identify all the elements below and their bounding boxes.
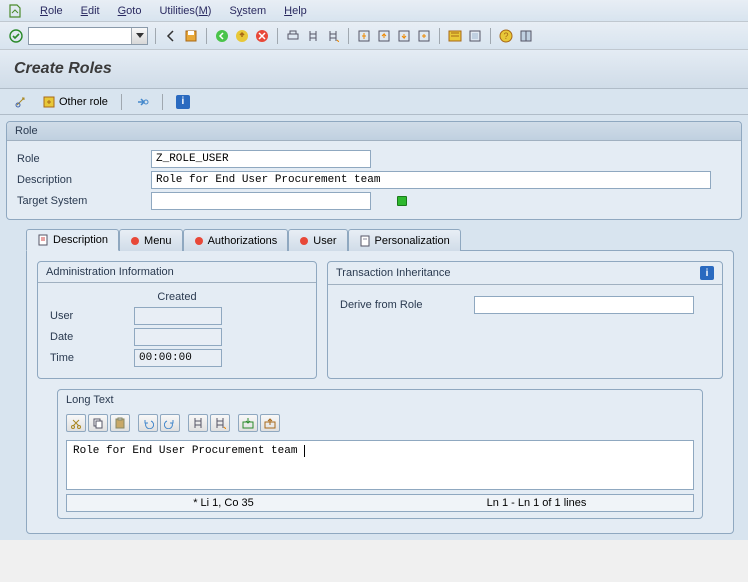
print-icon[interactable] xyxy=(285,28,301,44)
admin-date-input xyxy=(134,328,222,346)
menubar: Role Edit Goto Utilities(M) System Help xyxy=(0,0,748,22)
tab-strip: Description Menu Authorizations User Per… xyxy=(6,228,742,250)
admin-date-label: Date xyxy=(50,331,130,343)
long-text-status: * Li 1, Co 35 Ln 1 - Ln 1 of 1 lines xyxy=(66,494,694,512)
prev-page-icon[interactable] xyxy=(376,28,392,44)
new-session-icon[interactable] xyxy=(447,28,463,44)
lt-find-next-icon[interactable] xyxy=(210,414,230,432)
page-title: Create Roles xyxy=(14,60,734,78)
inherit-icon[interactable] xyxy=(131,93,153,111)
toggle-display-icon[interactable] xyxy=(10,93,32,111)
back-icon[interactable] xyxy=(163,28,179,44)
derive-input[interactable] xyxy=(474,296,694,314)
main-toolbar: ? xyxy=(0,22,748,50)
find-icon[interactable] xyxy=(305,28,321,44)
info-button[interactable]: i xyxy=(172,93,194,111)
content-area: Role Role Description Target System Desc… xyxy=(0,115,748,540)
long-text-toolbar xyxy=(58,410,702,436)
shortcut-icon[interactable] xyxy=(467,28,483,44)
menu-role[interactable]: Role xyxy=(40,5,63,17)
check-icon[interactable] xyxy=(8,28,24,44)
app-icon xyxy=(8,4,22,18)
description-label: Description xyxy=(17,174,147,186)
derive-label: Derive from Role xyxy=(340,299,470,311)
undo-icon[interactable] xyxy=(138,414,158,432)
other-role-button[interactable]: Other role xyxy=(38,93,112,111)
status-indicator xyxy=(397,196,407,206)
cancel-red-icon[interactable] xyxy=(254,28,270,44)
admin-info-box: Administration Information Created User … xyxy=(37,261,317,379)
role-panel: Role Role Description Target System xyxy=(6,121,742,220)
title-area: Create Roles xyxy=(0,50,748,89)
save-icon[interactable] xyxy=(183,28,199,44)
menu-goto[interactable]: Goto xyxy=(118,5,142,17)
app-toolbar: Other role i xyxy=(0,89,748,115)
menu-edit[interactable]: Edit xyxy=(81,5,100,17)
next-page-icon[interactable] xyxy=(396,28,412,44)
svg-text:?: ? xyxy=(503,31,508,41)
menu-help[interactable]: Help xyxy=(284,5,307,17)
admin-info-header: Administration Information xyxy=(38,262,316,283)
paste-icon[interactable] xyxy=(110,414,130,432)
long-text-panel: Long Text Role for End User Procurement … xyxy=(57,389,703,519)
first-page-icon[interactable] xyxy=(356,28,372,44)
description-input[interactable] xyxy=(151,171,711,189)
tab-authorizations[interactable]: Authorizations xyxy=(183,229,289,251)
role-input[interactable] xyxy=(151,150,371,168)
long-text-header: Long Text xyxy=(58,390,702,410)
lt-find-icon[interactable] xyxy=(188,414,208,432)
command-field[interactable] xyxy=(28,27,148,45)
admin-time-input xyxy=(134,349,222,367)
role-label: Role xyxy=(17,153,147,165)
exit-yellow-icon[interactable] xyxy=(234,28,250,44)
layout-icon[interactable] xyxy=(518,28,534,44)
tab-menu[interactable]: Menu xyxy=(119,229,183,251)
cut-icon[interactable] xyxy=(66,414,86,432)
menu-utilities[interactable]: Utilities(M) xyxy=(159,5,211,17)
tab-description[interactable]: Description xyxy=(26,229,119,251)
chevron-down-icon[interactable] xyxy=(131,28,147,44)
info-icon[interactable]: i xyxy=(700,266,714,280)
status-lines: Ln 1 - Ln 1 of 1 lines xyxy=(380,497,693,509)
tab-user[interactable]: User xyxy=(288,229,347,251)
status-pos: * Li 1, Co 35 xyxy=(67,497,380,509)
admin-time-label: Time xyxy=(50,352,130,364)
redo-icon[interactable] xyxy=(160,414,180,432)
admin-user-label: User xyxy=(50,310,130,322)
long-text-area[interactable]: Role for End User Procurement team xyxy=(66,440,694,490)
created-header: Created xyxy=(50,291,304,303)
admin-user-input xyxy=(134,307,222,325)
info-icon: i xyxy=(176,95,190,109)
tab-content: Administration Information Created User … xyxy=(26,250,734,534)
back-green-icon[interactable] xyxy=(214,28,230,44)
menu-system[interactable]: System xyxy=(229,5,266,17)
tab-personalization[interactable]: Personalization xyxy=(348,229,461,251)
copy-icon[interactable] xyxy=(88,414,108,432)
target-system-input[interactable] xyxy=(151,192,371,210)
inheritance-header: Transaction Inheritance xyxy=(336,267,451,279)
last-page-icon[interactable] xyxy=(416,28,432,44)
load-icon[interactable] xyxy=(238,414,258,432)
help-icon[interactable]: ? xyxy=(498,28,514,44)
find-next-icon[interactable] xyxy=(325,28,341,44)
inheritance-box: Transaction Inheritance i Derive from Ro… xyxy=(327,261,723,379)
target-system-label: Target System xyxy=(17,195,147,207)
save-local-icon[interactable] xyxy=(260,414,280,432)
role-panel-header: Role xyxy=(7,122,741,141)
